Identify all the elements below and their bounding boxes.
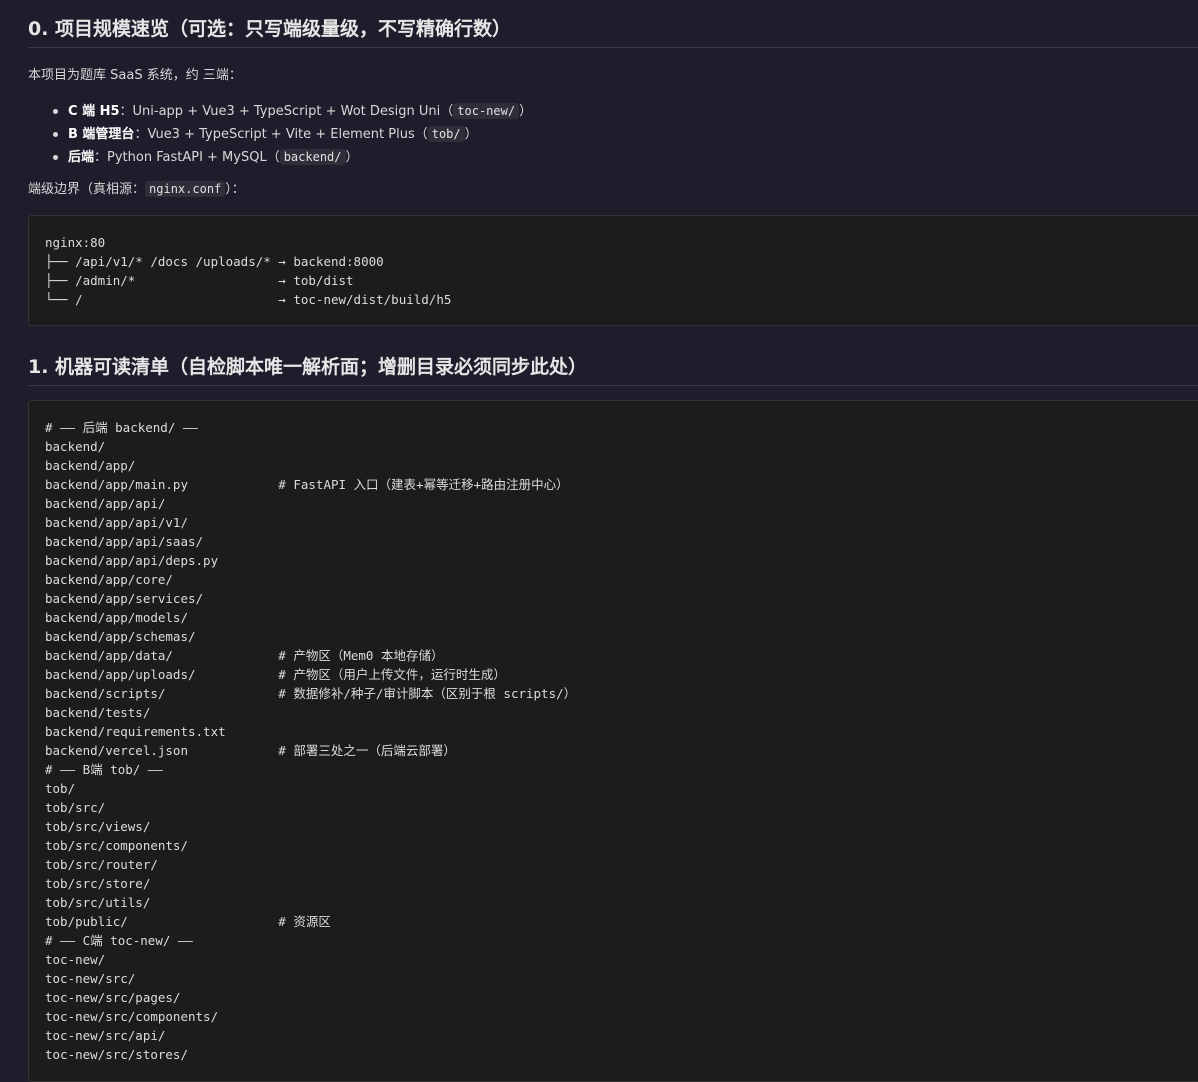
code-line: tob/src/ [45, 800, 106, 815]
code-line: ├── /admin/* → tob/dist [45, 273, 354, 288]
code-line: toc-new/src/api/ [45, 1028, 166, 1043]
code-line: backend/app/ [45, 458, 136, 473]
code-line: └── / → toc-new/dist/build/h5 [45, 292, 452, 307]
item-tail: ） [464, 127, 478, 142]
code-line: backend/scripts/ # 数据修补/种子/审计脚本（区别于根 scr… [45, 686, 577, 701]
code-line: tob/ [45, 781, 76, 796]
code-line: backend/requirements.txt [45, 724, 226, 739]
code-line: backend/app/main.py # FastAPI 入口（建表+幂等迁移… [45, 477, 569, 492]
section-0-heading: 0. 项目规模速览（可选：只写端级量级，不写精确行数） [28, 14, 1198, 48]
code-line: backend/vercel.json # 部署三处之一（后端云部署） [45, 743, 456, 758]
boundary-suffix: ）： [225, 182, 245, 197]
code-line: backend/app/api/ [45, 496, 166, 511]
inline-code: backend/ [279, 149, 346, 165]
code-line: tob/src/utils/ [45, 895, 151, 910]
code-line: backend/app/services/ [45, 591, 204, 606]
item-tail: ） [345, 150, 359, 165]
list-item: C 端 H5：Uni-app + Vue3 + TypeScript + Wot… [52, 100, 533, 123]
item-label: B 端管理台 [68, 127, 135, 142]
nginx-code-block[interactable]: nginx:80 ├── /api/v1/* /docs /uploads/* →… [28, 215, 1198, 326]
code-line: backend/app/api/v1/ [45, 515, 188, 530]
code-line: toc-new/src/stores/ [45, 1047, 188, 1062]
code-line: tob/src/components/ [45, 838, 188, 853]
item-label: 后端 [68, 150, 95, 165]
manifest-code-block[interactable]: # —— 后端 backend/ —— backend/backend/app/b… [28, 400, 1198, 1082]
code-line: backend/app/api/deps.py [45, 553, 219, 568]
list-item: B 端管理台：Vue3 + TypeScript + Vite + Elemen… [52, 123, 532, 146]
code-line: backend/app/schemas/ [45, 629, 196, 644]
stack-list: C 端 H5：Uni-app + Vue3 + TypeScript + Wot… [28, 100, 532, 169]
boundary-text: 端级边界（真相源： nginx.conf）： [28, 178, 245, 197]
code-line: nginx:80 [45, 235, 106, 250]
code-line: ├── /api/v1/* /docs /uploads/* → backend… [45, 254, 384, 269]
code-line: tob/public/ # 资源区 [45, 914, 331, 929]
code-line: backend/ [45, 439, 106, 454]
code-line: # —— 后端 backend/ —— [45, 420, 198, 435]
code-line: # —— B端 tob/ —— [45, 762, 163, 777]
item-text: ：Python FastAPI + MySQL（ [94, 150, 280, 165]
code-line: toc-new/src/pages/ [45, 990, 181, 1005]
code-line: # —— C端 toc-new/ —— [45, 933, 193, 948]
item-text: ：Vue3 + TypeScript + Vite + Element Plus… [134, 127, 428, 142]
intro-text: 本项目为题库 SaaS 系统，约 三端： [28, 68, 242, 83]
inline-code: tob/ [427, 126, 465, 142]
code-line: toc-new/src/ [45, 971, 136, 986]
item-tail: ） [519, 104, 533, 119]
code-line: toc-new/src/components/ [45, 1009, 219, 1024]
code-line: backend/tests/ [45, 705, 151, 720]
code-line: tob/src/views/ [45, 819, 151, 834]
list-item: 后端：Python FastAPI + MySQL（ backend/） [52, 146, 532, 169]
code-line: backend/app/core/ [45, 572, 173, 587]
item-text: ：Uni-app + Vue3 + TypeScript + Wot Desig… [119, 104, 454, 119]
code-line: tob/src/store/ [45, 876, 151, 891]
code-line: backend/app/uploads/ # 产物区（用户上传文件，运行时生成） [45, 667, 506, 682]
code-line: backend/app/data/ # 产物区（Mem0 本地存储） [45, 648, 444, 663]
section-1-heading: 1. 机器可读清单（自检脚本唯一解析面；增删目录必须同步此处） [28, 352, 1198, 386]
inline-code: nginx.conf [145, 181, 226, 197]
inline-code: toc-new/ [453, 103, 520, 119]
code-line: backend/app/api/saas/ [45, 534, 204, 549]
code-line: backend/app/models/ [45, 610, 188, 625]
item-label: C 端 H5 [68, 104, 120, 119]
code-line: tob/src/router/ [45, 857, 158, 872]
code-line: toc-new/ [45, 952, 106, 967]
boundary-prefix: 端级边界（真相源： [28, 182, 146, 197]
